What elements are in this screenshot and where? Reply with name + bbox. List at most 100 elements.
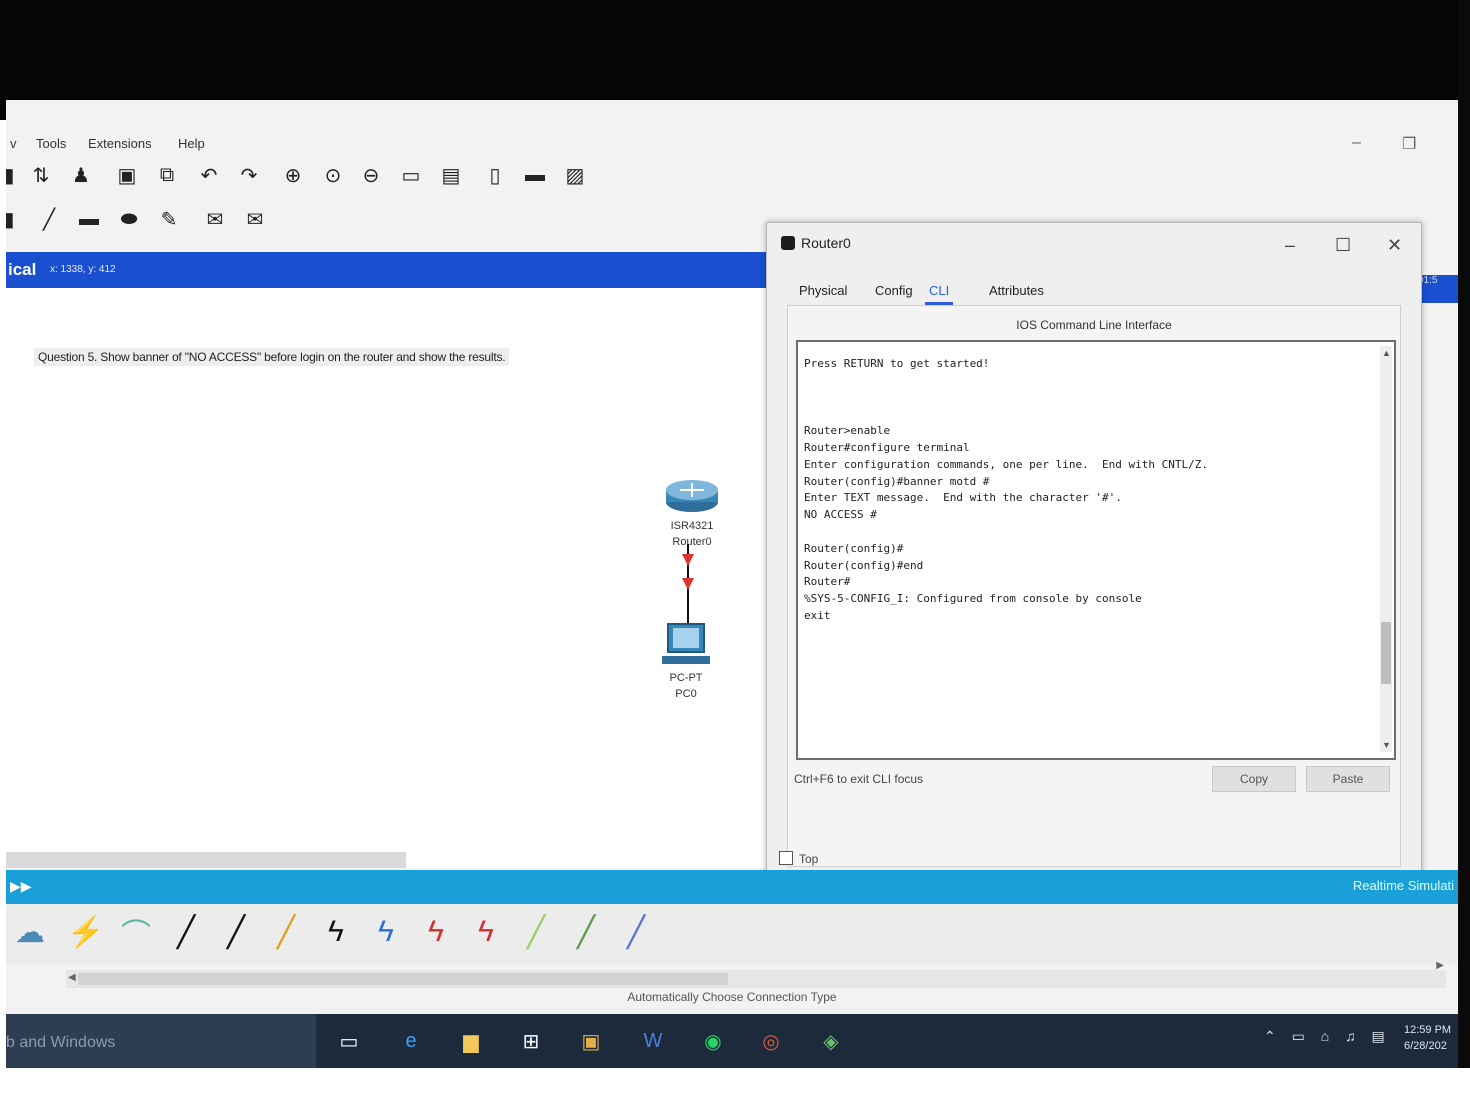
question-note[interactable]: Question 5. Show banner of "NO ACCESS" b… xyxy=(34,348,510,366)
taskbar-search[interactable]: b and Windows xyxy=(6,1014,316,1068)
top-checkbox[interactable]: Top xyxy=(779,851,818,866)
connection-type-status: Automatically Choose Connection Type xyxy=(627,990,837,1004)
custom-device-icon[interactable]: ▯ xyxy=(482,162,508,188)
connection-palette: ☁ ⚡ ⌒ ╱ ╱ ╱ ϟ ϟ ϟ ϟ ╱ ╱ ╱ xyxy=(6,904,1458,964)
whatsapp-icon[interactable]: ◉ xyxy=(698,1026,728,1056)
photo-border-bottom xyxy=(0,1068,1470,1101)
open-icon[interactable]: ▮ xyxy=(6,162,22,188)
pc-model-label: PC-PT xyxy=(669,672,703,684)
terminal-scrollbar[interactable]: ▲ ▼ xyxy=(1380,346,1392,752)
coordinates-readout: x: 1338, y: 412 xyxy=(50,264,116,275)
zoom-in-icon[interactable]: ⊕ xyxy=(280,162,306,188)
pc-icon[interactable] xyxy=(658,622,714,668)
terminal-output[interactable]: Press RETURN to get started! Router>enab… xyxy=(804,356,1374,746)
screen: v Tools Extensions Help – ❐ ▮ ⇅ ♟ ▣ ⧉ ↶ … xyxy=(6,100,1458,1068)
copy-button[interactable]: Copy xyxy=(1212,766,1296,792)
serial-dce-icon[interactable]: ϟ xyxy=(416,912,456,952)
sort-icon[interactable]: ⇅ xyxy=(28,162,54,188)
undo-icon[interactable]: ↶ xyxy=(196,162,222,188)
logical-workspace[interactable]: Question 5. Show banner of "NO ACCESS" b… xyxy=(6,288,768,868)
cli-terminal[interactable]: Press RETURN to get started! Router>enab… xyxy=(796,340,1396,760)
simple-pdu-icon[interactable]: ✉ xyxy=(202,206,228,232)
tab-attributes[interactable]: Attributes xyxy=(985,279,1048,302)
menu-item-tools[interactable]: Tools xyxy=(36,136,66,151)
scroll-thumb[interactable] xyxy=(1381,622,1391,684)
iot-custom-cable-icon[interactable]: ╱ xyxy=(566,912,606,952)
select-icon[interactable]: ▮ xyxy=(6,206,22,232)
ellipse-icon[interactable]: ⬬ xyxy=(116,206,142,232)
dialog-title-text: Router0 xyxy=(801,235,851,251)
rectangle-icon[interactable]: ▬ xyxy=(76,206,102,232)
mode-labels[interactable]: Realtime Simulati xyxy=(1353,878,1454,893)
console-cable-icon[interactable]: ⌒ xyxy=(116,912,156,952)
phone-cable-icon[interactable]: ϟ xyxy=(316,912,356,952)
chrome-icon[interactable]: ◎ xyxy=(756,1026,786,1056)
dialog-close-icon[interactable]: ✕ xyxy=(1387,235,1402,256)
auto-connection-icon[interactable]: ⚡ xyxy=(66,912,106,952)
app-icon[interactable]: ▣ xyxy=(576,1026,606,1056)
complex-pdu-icon[interactable]: ✉ xyxy=(242,206,268,232)
edge-icon[interactable]: e xyxy=(396,1026,426,1056)
fiber-icon[interactable]: ╱ xyxy=(266,912,306,952)
network-info-icon[interactable]: ▣ xyxy=(114,162,140,188)
menu-item-extensions[interactable]: Extensions xyxy=(88,136,152,151)
activity-wizard-icon[interactable]: ♟ xyxy=(68,162,94,188)
straight-through-icon[interactable]: ╱ xyxy=(166,912,206,952)
redo-icon[interactable]: ↷ xyxy=(236,162,262,188)
packet-tracer-icon[interactable]: ◈ xyxy=(816,1026,846,1056)
minimize-icon[interactable]: – xyxy=(1352,134,1361,152)
paste-button[interactable]: Paste xyxy=(1306,766,1390,792)
image-icon[interactable]: ▨ xyxy=(562,162,588,188)
logical-tab-label[interactable]: ical xyxy=(8,260,36,280)
cli-panel: IOS Command Line Interface Press RETURN … xyxy=(787,305,1401,867)
dialog-tabs: Physical Config CLI Attributes xyxy=(787,279,1397,305)
restore-icon[interactable]: ❐ xyxy=(1402,134,1416,154)
scroll-down-icon[interactable]: ▼ xyxy=(1382,740,1391,750)
line-icon[interactable]: ╱ xyxy=(36,206,62,232)
cloud-category-icon[interactable]: ☁ xyxy=(10,912,50,952)
store-icon[interactable]: ⊞ xyxy=(516,1026,546,1056)
copy-icon[interactable]: ⧉ xyxy=(154,162,180,188)
time-readout: 01:5 xyxy=(1418,275,1458,303)
search-placeholder: b and Windows xyxy=(6,1034,116,1051)
palette-icon[interactable]: ▤ xyxy=(438,162,464,188)
task-view-icon[interactable]: ▭ xyxy=(334,1026,364,1056)
scroll-up-icon[interactable]: ▲ xyxy=(1382,348,1391,358)
word-icon[interactable]: W xyxy=(638,1026,668,1056)
crossover-icon[interactable]: ╱ xyxy=(216,912,256,952)
dialog-minimize-icon[interactable]: – xyxy=(1285,235,1295,256)
dialog-title: Router0 xyxy=(781,235,851,251)
dialog-maximize-icon[interactable]: ☐ xyxy=(1335,235,1351,256)
console-link[interactable] xyxy=(678,544,698,634)
palette-scroll-thumb[interactable] xyxy=(78,973,728,985)
zoom-reset-icon[interactable]: ⊙ xyxy=(320,162,346,188)
palette-scrollbar[interactable]: ◀ ▶ xyxy=(66,960,1446,988)
fast-forward-icon[interactable]: ▶▶ xyxy=(10,878,32,895)
clock-time: 12:59 PM xyxy=(1404,1024,1452,1036)
menu-item-prev[interactable]: v xyxy=(10,136,17,151)
zoom-out-icon[interactable]: ⊖ xyxy=(358,162,384,188)
top-checkbox-box[interactable] xyxy=(779,851,793,865)
octal-icon[interactable]: ╱ xyxy=(516,912,556,952)
ios-cli-title: IOS Command Line Interface xyxy=(1016,318,1172,332)
usb-cable-icon[interactable]: ╱ xyxy=(616,912,656,952)
coaxial-icon[interactable]: ϟ xyxy=(366,912,406,952)
cluster-icon[interactable]: ▬ xyxy=(522,162,548,188)
tab-physical[interactable]: Physical xyxy=(795,279,851,302)
rectangle-view-icon[interactable]: ▭ xyxy=(398,162,424,188)
taskbar-clock[interactable]: 12:59 PM 6/28/202 xyxy=(1404,1022,1451,1054)
router-app-icon xyxy=(781,236,795,250)
serial-dte-icon[interactable]: ϟ xyxy=(466,912,506,952)
tab-cli[interactable]: CLI xyxy=(925,279,954,305)
top-checkbox-label: Top xyxy=(799,852,819,866)
system-tray[interactable]: ⌃ ▭ ⌂ ♫ ▤ xyxy=(1264,1028,1391,1045)
router-model-label: ISR4321 xyxy=(670,520,714,532)
menu-item-help[interactable]: Help xyxy=(178,136,205,151)
scroll-right-icon[interactable]: ▶ xyxy=(1436,960,1444,971)
tab-config[interactable]: Config xyxy=(871,279,917,302)
freeform-icon[interactable]: ✎ xyxy=(156,206,182,232)
workspace-scrollbar[interactable] xyxy=(6,852,406,868)
scroll-left-icon[interactable]: ◀ xyxy=(68,972,76,983)
file-explorer-icon[interactable]: ▆ xyxy=(456,1026,486,1056)
router-icon[interactable] xyxy=(664,478,720,514)
